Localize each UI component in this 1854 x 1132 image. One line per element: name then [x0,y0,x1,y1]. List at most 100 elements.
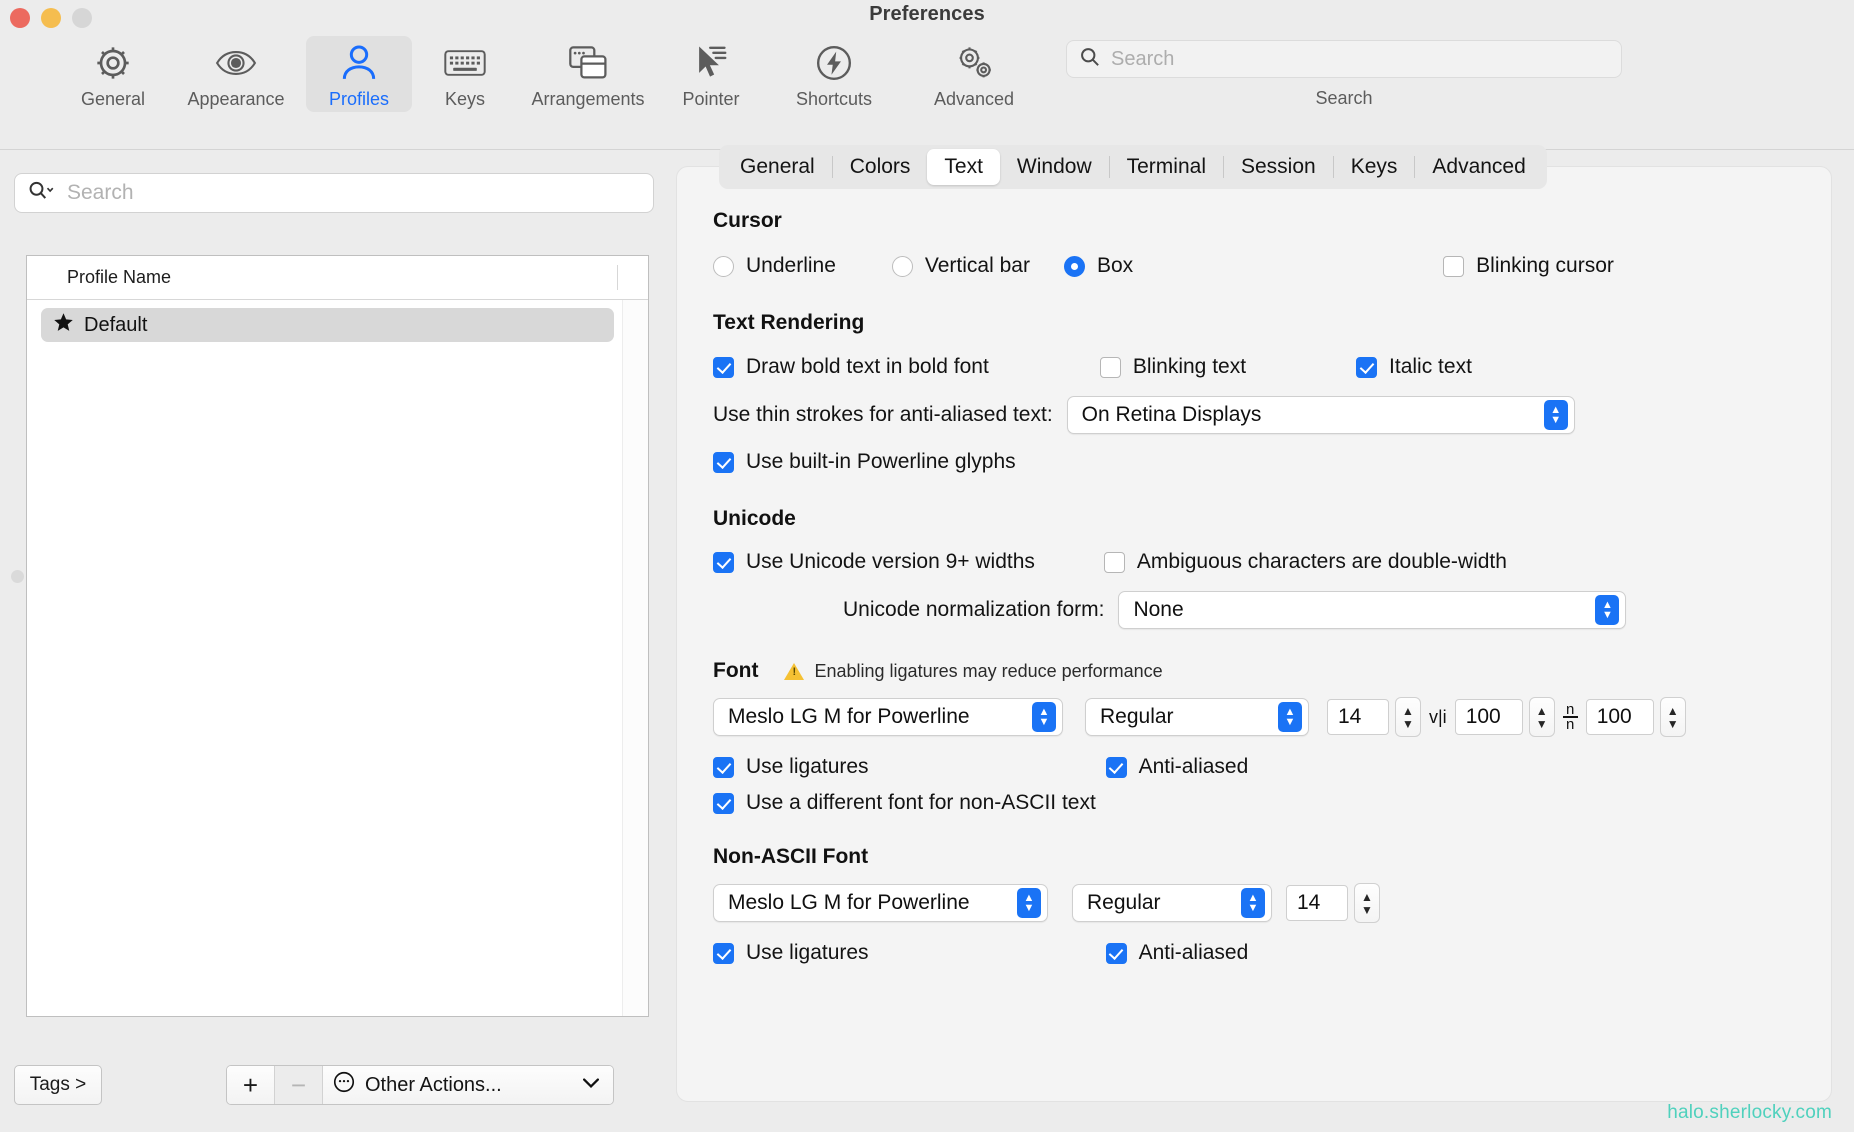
radio-button[interactable] [1064,256,1085,277]
chevron-updown-icon[interactable]: ▲▼ [1278,702,1302,732]
unicode-normalization-select[interactable]: None ▲▼ [1118,591,1626,629]
search-input[interactable]: Search [1066,40,1622,78]
vertical-spacing-stepper[interactable]: ▲▼ [1660,697,1686,737]
checkbox[interactable] [1356,357,1377,378]
checkbox[interactable] [1443,256,1464,277]
checkbox-font-anti-aliased[interactable]: Anti-aliased [1106,755,1249,779]
checkbox-label: Blinking text [1133,355,1246,379]
font-size-value: 14 [1338,705,1361,729]
font-size-input[interactable]: 14 [1327,699,1389,735]
tab-session[interactable]: Session [1224,149,1333,185]
tags-button[interactable]: Tags > [14,1065,102,1105]
checkbox[interactable] [713,552,734,573]
watermark: halo.sherlocky.com [1667,1102,1832,1124]
horizontal-spacing-icon: v|i [1429,707,1447,728]
checkbox-non-ascii-anti-aliased[interactable]: Anti-aliased [1106,941,1249,965]
non-ascii-font-family-select[interactable]: Meslo LG M for Powerline ▲▼ [713,884,1048,922]
radio-underline[interactable]: Underline [713,254,836,278]
non-ascii-font-size-stepper[interactable]: ▲▼ [1354,883,1380,923]
horizontal-spacing-stepper[interactable]: ▲▼ [1529,697,1555,737]
checkbox[interactable] [713,943,734,964]
vertical-spacing-input[interactable]: 100 [1586,699,1654,735]
toolbar-item-advanced[interactable]: Advanced [904,36,1044,112]
radio-box[interactable]: Box [1064,254,1133,278]
chevron-updown-icon[interactable]: ▲▼ [1241,888,1265,918]
checkbox[interactable] [713,757,734,778]
font-family-select[interactable]: Meslo LG M for Powerline ▲▼ [713,698,1063,736]
profile-search-placeholder: Search [67,181,134,205]
toolbar-item-label: Arrangements [531,89,644,109]
double-gear-icon [953,42,995,84]
tab-terminal[interactable]: Terminal [1110,149,1223,185]
checkbox-different-non-ascii-font[interactable]: Use a different font for non-ASCII text [713,791,1803,815]
toolbar-item-profiles[interactable]: Profiles [306,36,412,112]
chevron-updown-icon[interactable]: ▲▼ [1595,595,1619,625]
profile-list-scrollbar[interactable] [622,300,648,1016]
toolbar-item-appearance[interactable]: Appearance [166,36,306,112]
section-title-text-rendering: Text Rendering [713,311,1803,335]
other-actions-dropdown[interactable]: Other Actions... [323,1066,613,1104]
radio-button[interactable] [713,256,734,277]
preferences-window: Preferences General [0,0,1854,1132]
ellipsis-circle-icon [333,1071,355,1099]
checkbox-blinking-text[interactable]: Blinking text [1100,355,1246,379]
checkbox[interactable] [713,452,734,473]
checkbox[interactable] [1106,757,1127,778]
checkbox-blinking-cursor[interactable]: Blinking cursor [1443,254,1614,278]
section-title-cursor: Cursor [713,209,1803,233]
checkbox-label: Draw bold text in bold font [746,355,989,379]
font-size-stepper[interactable]: ▲▼ [1395,697,1421,737]
font-style-select[interactable]: Regular ▲▼ [1085,698,1309,736]
non-ascii-font-style-select[interactable]: Regular ▲▼ [1072,884,1272,922]
toolbar-item-label: Shortcuts [796,89,872,109]
horizontal-spacing-input[interactable]: 100 [1455,699,1523,735]
checkbox-label: Ambiguous characters are double-width [1137,550,1507,574]
non-ascii-font-controls-row: Meslo LG M for Powerline ▲▼ Regular ▲▼ 1… [713,883,1803,923]
column-header-profile-name[interactable]: Profile Name [27,267,171,288]
remove-profile-button[interactable]: − [275,1066,323,1104]
font-header-row: Font Enabling ligatures may reduce perfo… [713,659,1803,683]
checkbox-label: Use ligatures [746,941,869,965]
toolbar-item-pointer[interactable]: Pointer [658,36,764,112]
toolbar-item-general[interactable]: General [60,36,166,112]
checkbox[interactable] [1106,943,1127,964]
tab-colors[interactable]: Colors [833,149,928,185]
radio-button[interactable] [892,256,913,277]
sidebar-resize-handle[interactable] [11,570,24,583]
tab-advanced[interactable]: Advanced [1415,149,1542,185]
profile-search-input[interactable]: Search [14,173,654,213]
tab-text[interactable]: Text [927,149,1000,185]
checkbox-ambiguous-double-width[interactable]: Ambiguous characters are double-width [1104,550,1507,574]
toolbar-item-keys[interactable]: Keys [412,36,518,112]
table-row[interactable]: Default [41,308,614,342]
column-separator[interactable] [617,265,618,290]
chevron-updown-icon[interactable]: ▲▼ [1017,888,1041,918]
checkbox-label: Italic text [1389,355,1472,379]
tab-keys[interactable]: Keys [1334,149,1415,185]
checkbox-label: Use Unicode version 9+ widths [746,550,1035,574]
checkbox[interactable] [713,357,734,378]
chevron-updown-icon[interactable]: ▲▼ [1032,702,1056,732]
radio-label: Box [1097,254,1133,278]
checkbox-draw-bold-text[interactable]: Draw bold text in bold font [713,355,989,379]
add-profile-button[interactable]: + [227,1066,275,1104]
checkbox-font-ligatures[interactable]: Use ligatures [713,755,869,779]
checkbox-powerline-glyphs[interactable]: Use built-in Powerline glyphs [713,450,1803,474]
checkbox[interactable] [1100,357,1121,378]
checkbox-unicode-9-widths[interactable]: Use Unicode version 9+ widths [713,550,1035,574]
checkbox-non-ascii-ligatures[interactable]: Use ligatures [713,941,869,965]
checkbox-italic-text[interactable]: Italic text [1356,355,1472,379]
checkbox[interactable] [1104,552,1125,573]
search-dropdown-icon[interactable] [27,180,57,207]
checkbox[interactable] [713,793,734,814]
non-ascii-font-size-input[interactable]: 14 [1286,885,1348,921]
toolbar-item-arrangements[interactable]: Arrangements [518,36,658,112]
profile-name: Default [84,314,147,337]
tab-window[interactable]: Window [1000,149,1109,185]
gear-icon [93,42,133,84]
toolbar-item-shortcuts[interactable]: Shortcuts [764,36,904,112]
thin-strokes-select[interactable]: On Retina Displays ▲▼ [1067,396,1575,434]
chevron-updown-icon[interactable]: ▲▼ [1544,400,1568,430]
radio-vertical-bar[interactable]: Vertical bar [892,254,1030,278]
tab-general[interactable]: General [723,149,832,185]
